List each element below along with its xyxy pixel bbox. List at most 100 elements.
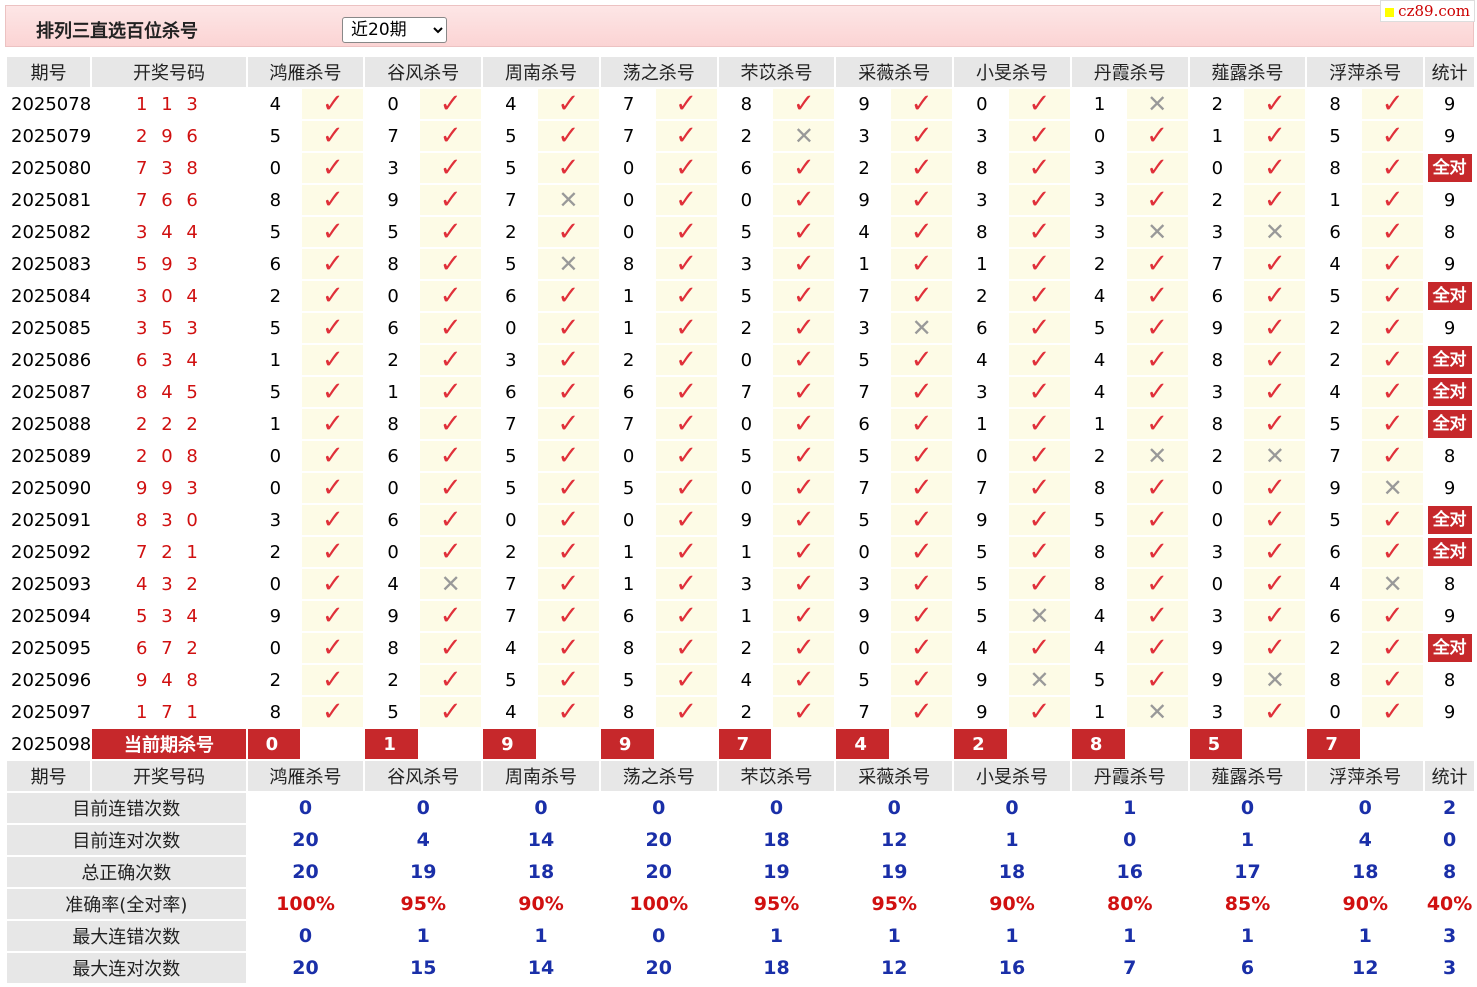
- result-mark: ✓: [1362, 185, 1424, 217]
- check-icon: ✓: [557, 473, 580, 503]
- column-header: 鸿雁杀号: [247, 57, 364, 89]
- cross-icon: ✕: [1264, 441, 1285, 470]
- kill-number: 4: [954, 345, 1007, 377]
- cross-icon: ✕: [1264, 217, 1285, 246]
- header-row: 期号 开奖号码 鸿雁杀号 谷风杀号 周南杀号 荡之杀号 芣苡杀号 采薇杀号 小旻杀号 丹霞杀号 薤露…: [7, 57, 1474, 89]
- issue-number: 2025097: [7, 697, 91, 729]
- kill-number: 8: [600, 633, 654, 665]
- result-mark: ✓: [773, 569, 835, 601]
- check-icon: ✓: [1028, 473, 1051, 503]
- winning-number: 5 9 3: [92, 249, 246, 281]
- result-mark: ✕: [1126, 697, 1188, 729]
- cross-icon: ✕: [440, 569, 461, 598]
- result-mark: ✕: [891, 313, 953, 345]
- result-mark: ✓: [773, 409, 835, 441]
- check-icon: ✓: [1028, 505, 1051, 535]
- check-icon: ✓: [557, 697, 580, 727]
- all-correct-badge: 全对: [1427, 282, 1472, 310]
- kill-number: 3: [483, 345, 536, 377]
- kill-number: 0: [954, 441, 1007, 473]
- period-select[interactable]: 近20期: [342, 17, 447, 43]
- winning-number: 2 2 2: [92, 409, 246, 441]
- check-icon: ✓: [1028, 281, 1051, 311]
- result-mark: ✓: [1126, 313, 1188, 345]
- check-icon: ✓: [557, 89, 580, 119]
- check-icon: ✓: [675, 377, 698, 407]
- column-header: 期号: [7, 761, 91, 793]
- check-icon: ✓: [793, 249, 815, 279]
- kill-number: 5: [836, 665, 890, 697]
- kill-number: 8: [1307, 665, 1361, 697]
- result-mark: ✓: [655, 345, 717, 377]
- summary-value: 80%: [1071, 889, 1188, 921]
- check-icon: ✓: [793, 345, 815, 375]
- check-icon: ✓: [439, 601, 462, 631]
- kill-number: 3: [836, 569, 890, 601]
- issue-number: 2025096: [7, 665, 91, 697]
- check-icon: ✓: [322, 505, 344, 535]
- kill-number: 5: [247, 313, 301, 345]
- kill-number: 4: [483, 633, 536, 665]
- current-kill-number: 0: [247, 729, 301, 761]
- check-icon: ✓: [439, 185, 462, 215]
- check-icon: ✓: [557, 313, 580, 343]
- issue-number: 2025080: [7, 153, 91, 185]
- kill-number: 1: [718, 601, 772, 633]
- brand-logo[interactable]: cz89.com: [1380, 0, 1475, 22]
- row-stat: 9: [1425, 697, 1474, 729]
- kill-number: 3: [836, 313, 890, 345]
- result-mark: ✓: [655, 217, 717, 249]
- check-icon: ✓: [1028, 409, 1051, 439]
- table-row: 2025094 5 3 4 9 ✓ 9 ✓ 7 ✓ 6 ✓ 1 ✓ 9 ✓ 5 ✕ 4 ✓ 3 ✓ 6 ✓ 9: [7, 601, 1474, 633]
- result-mark: ✓: [655, 697, 717, 729]
- kill-number: 3: [1071, 217, 1125, 249]
- kill-number: 5: [718, 281, 772, 313]
- kill-number: 5: [600, 665, 654, 697]
- kill-number: 6: [1307, 601, 1361, 633]
- kill-number: 2: [483, 537, 536, 569]
- summary-value: 1: [1307, 921, 1424, 953]
- kill-number: 6: [365, 505, 419, 537]
- check-icon: ✓: [675, 345, 698, 375]
- summary-value: 0: [954, 793, 1070, 825]
- result-mark: ✓: [420, 249, 482, 281]
- empty-cell: [420, 729, 482, 761]
- empty-cell: [1126, 729, 1188, 761]
- kill-number: 8: [718, 89, 772, 121]
- winning-number: 6 7 2: [92, 633, 246, 665]
- kill-number: 7: [954, 473, 1007, 505]
- summary-row: 目前连对次数 20 4 14 20 18 12 1 0 1 4 0: [7, 825, 1474, 857]
- kill-number: 2: [718, 313, 772, 345]
- check-icon: ✓: [1264, 89, 1286, 119]
- cross-icon: ✕: [558, 249, 579, 278]
- kill-number: 4: [1307, 569, 1361, 601]
- check-icon: ✓: [1264, 377, 1286, 407]
- result-mark: ✓: [302, 697, 364, 729]
- table-row: 2025081 7 6 6 8 ✓ 9 ✓ 7 ✕ 0 ✓ 0 ✓ 9 ✓ 3 ✓ 3 ✓ 2 ✓ 1 ✓ 9: [7, 185, 1474, 217]
- current-kill-label: 当前期杀号: [92, 729, 246, 761]
- all-correct-badge: 全对: [1427, 378, 1472, 406]
- result-mark: ✓: [1008, 441, 1070, 473]
- table-row: 2025079 2 9 6 5 ✓ 7 ✓ 5 ✓ 7 ✓ 2 ✕ 3 ✓ 3 ✓ 0 ✓ 1 ✓ 5 ✓ 9: [7, 121, 1474, 153]
- row-stat: 全对: [1425, 537, 1474, 569]
- result-mark: ✓: [655, 249, 717, 281]
- kill-number: 6: [1307, 537, 1361, 569]
- summary-stat: 40%: [1425, 889, 1474, 921]
- column-header: 丹霞杀号: [1071, 761, 1188, 793]
- kill-number: 6: [600, 377, 654, 409]
- result-mark: ✓: [773, 505, 835, 537]
- cross-icon: ✕: [1382, 473, 1403, 502]
- cross-icon: ✕: [1147, 441, 1168, 470]
- row-stat: 9: [1425, 313, 1474, 345]
- summary-value: 1: [1071, 921, 1188, 953]
- empty-cell: [302, 729, 364, 761]
- kill-number: 9: [1189, 313, 1243, 345]
- result-mark: ✓: [1008, 313, 1070, 345]
- row-stat: 9: [1425, 185, 1474, 217]
- result-mark: ✓: [1362, 601, 1424, 633]
- result-mark: ✓: [420, 313, 482, 345]
- check-icon: ✓: [675, 441, 698, 471]
- winning-number: 9 9 3: [92, 473, 246, 505]
- summary-value: 15: [365, 953, 482, 985]
- check-icon: ✓: [793, 537, 815, 567]
